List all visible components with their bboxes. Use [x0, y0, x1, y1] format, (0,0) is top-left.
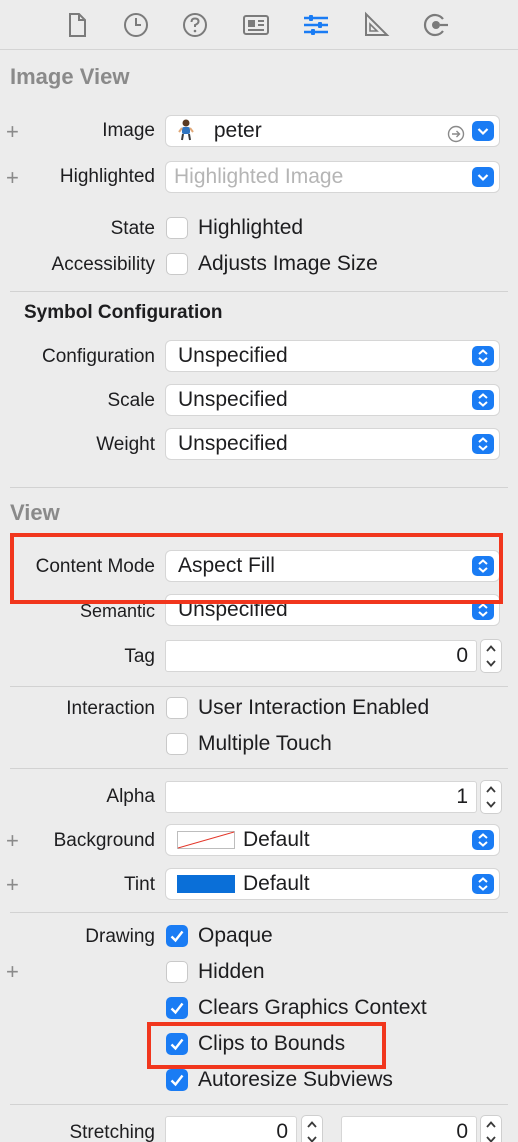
- opaque-checkbox[interactable]: [166, 925, 188, 947]
- user-interaction-enabled-label: User Interaction Enabled: [198, 696, 430, 719]
- divider: [10, 487, 508, 488]
- add-variation-highlighted-icon[interactable]: +: [6, 166, 19, 190]
- content-mode-annotation-box: [10, 533, 503, 604]
- file-icon[interactable]: [62, 10, 92, 40]
- add-variation-background-icon[interactable]: +: [6, 829, 19, 853]
- divider: [10, 291, 508, 292]
- image-value: peter: [213, 119, 262, 142]
- highlighted-label: Highlighted: [59, 166, 155, 187]
- interaction-label: Interaction: [66, 698, 155, 719]
- add-variation-tint-icon[interactable]: +: [6, 873, 19, 897]
- scale-updown-icon: [472, 390, 494, 410]
- state-label: State: [110, 218, 155, 239]
- highlighted-image-placeholder: Highlighted Image: [174, 165, 344, 188]
- clears-graphics-context-checkbox[interactable]: [166, 997, 188, 1019]
- help-icon[interactable]: [180, 10, 210, 40]
- tint-color-swatch-icon: [177, 875, 235, 893]
- tag-field[interactable]: 0: [165, 640, 477, 672]
- divider: [10, 1104, 508, 1105]
- image-view-section-title: Image View: [10, 64, 130, 89]
- clears-graphics-context-label: Clears Graphics Context: [198, 996, 427, 1019]
- clips-to-bounds-annotation-box: [147, 1022, 386, 1069]
- adjusts-image-size-label: Adjusts Image Size: [198, 252, 378, 275]
- scale-popup[interactable]: Unspecified: [165, 384, 500, 416]
- configuration-value: Unspecified: [178, 344, 288, 367]
- image-thumbnail-icon: [174, 117, 198, 141]
- adjusts-image-size-checkbox[interactable]: [166, 253, 188, 275]
- highlighted-dropdown-button[interactable]: [472, 167, 494, 187]
- multiple-touch-label: Multiple Touch: [198, 732, 332, 755]
- stretching-x-stepper[interactable]: [301, 1115, 323, 1142]
- background-label: Background: [53, 830, 155, 851]
- clock-icon[interactable]: [121, 10, 151, 40]
- state-highlighted-checkbox[interactable]: [166, 217, 188, 239]
- drawing-label: Drawing: [85, 926, 155, 947]
- tint-updown-icon: [472, 874, 494, 894]
- ruler-icon[interactable]: [361, 10, 391, 40]
- highlighted-image-field[interactable]: Highlighted Image: [165, 161, 500, 193]
- divider: [10, 912, 508, 913]
- add-variation-hidden-icon[interactable]: +: [6, 960, 19, 984]
- tint-value: Default: [243, 872, 310, 895]
- go-to-image-icon[interactable]: [447, 122, 465, 143]
- hidden-checkbox[interactable]: [166, 961, 188, 983]
- divider: [10, 686, 508, 687]
- weight-label: Weight: [96, 434, 155, 455]
- attributes-icon[interactable]: [301, 10, 331, 40]
- background-updown-icon: [472, 830, 494, 850]
- image-combo-field[interactable]: peter: [165, 115, 500, 147]
- image-label: Image: [102, 120, 155, 141]
- tint-label: Tint: [124, 874, 155, 895]
- background-value: Default: [243, 828, 310, 851]
- scale-value: Unspecified: [178, 388, 288, 411]
- opaque-label: Opaque: [198, 924, 273, 947]
- configuration-label: Configuration: [41, 346, 155, 367]
- tag-label: Tag: [124, 646, 155, 667]
- state-highlighted-label: Highlighted: [198, 216, 304, 239]
- connections-icon[interactable]: [421, 10, 451, 40]
- weight-popup[interactable]: Unspecified: [165, 428, 500, 460]
- configuration-popup[interactable]: Unspecified: [165, 340, 500, 372]
- configuration-updown-icon: [472, 346, 494, 366]
- hidden-label: Hidden: [198, 960, 265, 983]
- stretching-y-stepper[interactable]: [480, 1115, 502, 1142]
- image-dropdown-button[interactable]: [472, 121, 494, 141]
- alpha-field[interactable]: 1: [165, 781, 477, 813]
- multiple-touch-checkbox[interactable]: [166, 733, 188, 755]
- view-section-title: View: [10, 500, 60, 525]
- alpha-label: Alpha: [106, 786, 155, 807]
- stretching-x-field[interactable]: 0: [165, 1116, 297, 1142]
- weight-value: Unspecified: [178, 432, 288, 455]
- identity-icon[interactable]: [241, 10, 271, 40]
- autoresize-subviews-checkbox[interactable]: [166, 1069, 188, 1091]
- accessibility-label: Accessibility: [51, 254, 155, 275]
- stretching-label: Stretching: [69, 1122, 155, 1142]
- symbol-configuration-title: Symbol Configuration: [24, 302, 223, 323]
- divider: [10, 768, 508, 769]
- tag-stepper[interactable]: [480, 639, 502, 673]
- weight-updown-icon: [472, 434, 494, 454]
- add-variation-image-icon[interactable]: +: [6, 120, 19, 144]
- user-interaction-enabled-checkbox[interactable]: [166, 697, 188, 719]
- scale-label: Scale: [107, 390, 155, 411]
- inspector-tab-bar: [0, 0, 518, 50]
- alpha-stepper[interactable]: [480, 780, 502, 814]
- autoresize-subviews-label: Autoresize Subviews: [198, 1068, 393, 1091]
- clear-color-swatch-icon: [177, 831, 235, 849]
- stretching-y-field[interactable]: 0: [341, 1116, 477, 1142]
